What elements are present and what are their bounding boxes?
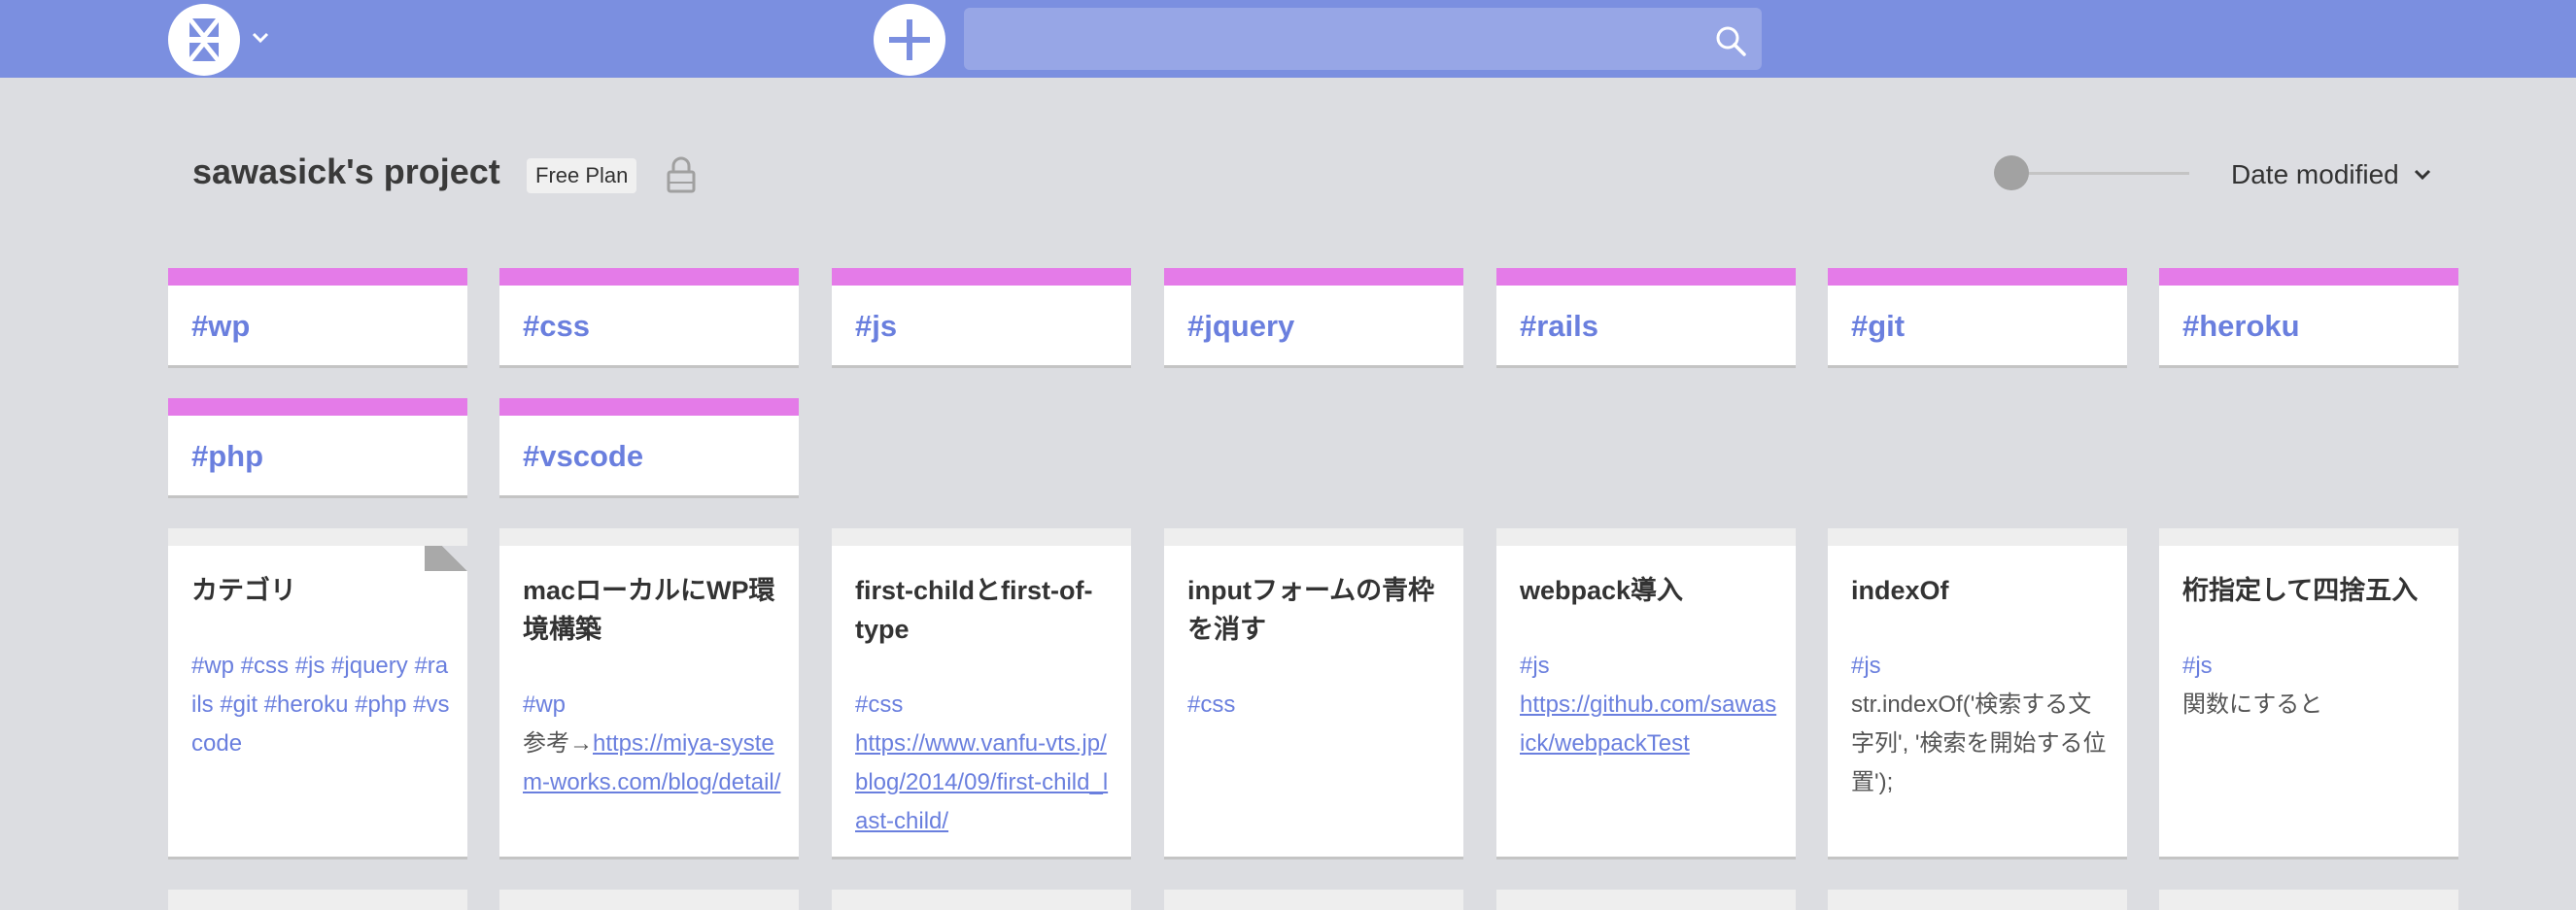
- search-icon[interactable]: [1713, 23, 1748, 58]
- page-card-stub[interactable]: [499, 890, 799, 910]
- tag-card-jquery[interactable]: #jquery: [1164, 268, 1463, 365]
- page-card-stub[interactable]: [1496, 890, 1796, 910]
- tag-label: #jquery: [1187, 309, 1295, 343]
- page-card[interactable]: 桁指定して四捨五入 #js 関数にすると: [2159, 528, 2458, 857]
- tag-label: #rails: [1520, 309, 1599, 343]
- search-input[interactable]: [964, 8, 1722, 70]
- page-title: indexOf: [1851, 576, 1949, 605]
- page-card-stub[interactable]: [168, 890, 467, 910]
- tag-card-php[interactable]: #php: [168, 398, 467, 495]
- chevron-down-icon[interactable]: [249, 25, 272, 49]
- page-body: #wp 参考→https://miya-system-works.com/blo…: [523, 686, 781, 802]
- size-slider-track[interactable]: [2011, 172, 2189, 175]
- page-card[interactable]: first-childとfirst-of-type #css https://w…: [832, 528, 1131, 857]
- tag-label: #vscode: [523, 439, 644, 473]
- sort-label: Date modified: [2231, 159, 2399, 189]
- page-card-stub[interactable]: [832, 890, 1131, 910]
- page-title: webpack導入: [1520, 576, 1684, 605]
- tag-link[interactable]: #wp: [523, 686, 781, 725]
- tag-link[interactable]: #js: [2182, 647, 2441, 686]
- page-link[interactable]: https://www.vanfu-vts.jp/blog/2014/09/fi…: [855, 730, 1108, 834]
- tag-link[interactable]: #js: [1520, 647, 1778, 686]
- page-title: カテゴリ: [191, 576, 296, 605]
- tag-card-heroku[interactable]: #heroku: [2159, 268, 2458, 365]
- page-card-stub[interactable]: [1164, 890, 1463, 910]
- page-body: #css https://www.vanfu-vts.jp/blog/2014/…: [855, 686, 1114, 841]
- tag-link[interactable]: #wp #css #js #jquery #rails #git #heroku…: [191, 653, 450, 757]
- sort-dropdown[interactable]: Date modified: [2231, 159, 2434, 190]
- tag-link[interactable]: #css: [1187, 686, 1446, 725]
- new-page-button[interactable]: [874, 4, 945, 76]
- tag-card-rails[interactable]: #rails: [1496, 268, 1796, 365]
- project-title[interactable]: sawasick's project: [192, 152, 500, 192]
- top-bar: [0, 0, 2576, 78]
- tag-label: #git: [1851, 309, 1906, 343]
- tag-card-git[interactable]: #git: [1828, 268, 2127, 365]
- page-body: #css: [1187, 686, 1446, 725]
- plus-icon: [889, 19, 930, 60]
- page-title: inputフォームの青枠を消す: [1187, 576, 1435, 644]
- page-title: macローカルにWP環境構築: [523, 576, 775, 644]
- page-title: 桁指定して四捨五入: [2182, 576, 2419, 605]
- logo-icon[interactable]: [168, 4, 240, 76]
- search-box: [964, 8, 1762, 70]
- page-card-stub[interactable]: [1828, 890, 2127, 910]
- tag-label: #php: [191, 439, 264, 473]
- plan-badge[interactable]: Free Plan: [527, 158, 637, 193]
- tag-link[interactable]: #js: [1851, 647, 2110, 686]
- page-body: #js https://github.com/sawasick/webpackT…: [1520, 647, 1778, 763]
- page-body: #js 関数にすると: [2182, 647, 2441, 725]
- tag-card-vscode[interactable]: #vscode: [499, 398, 799, 495]
- tag-card-wp[interactable]: #wp: [168, 268, 467, 365]
- tag-label: #js: [855, 309, 898, 343]
- page-card-stub[interactable]: [2159, 890, 2458, 910]
- tag-card-js[interactable]: #js: [832, 268, 1131, 365]
- tag-label: #wp: [191, 309, 251, 343]
- tag-label: #heroku: [2182, 309, 2300, 343]
- page-text: str.indexOf('検索する文字列', '検索を開始する位置');: [1851, 691, 2107, 795]
- page-title: first-childとfirst-of-type: [855, 576, 1093, 644]
- page-card[interactable]: macローカルにWP環境構築 #wp 参考→https://miya-syste…: [499, 528, 799, 857]
- lock-icon[interactable]: [664, 155, 699, 194]
- page-card[interactable]: indexOf #js str.indexOf('検索する文字列', '検索を開…: [1828, 528, 2127, 857]
- tag-card-css[interactable]: #css: [499, 268, 799, 365]
- pinned-corner-icon: [425, 546, 467, 571]
- page-link[interactable]: https://github.com/sawasick/webpackTest: [1520, 691, 1776, 757]
- tag-link[interactable]: #css: [855, 686, 1114, 725]
- chevron-down-icon: [2414, 169, 2430, 181]
- tag-label: #css: [523, 309, 590, 343]
- page-card[interactable]: webpack導入 #js https://github.com/sawasic…: [1496, 528, 1796, 857]
- size-slider-handle[interactable]: [1994, 155, 2029, 190]
- page-card[interactable]: inputフォームの青枠を消す #css: [1164, 528, 1463, 857]
- page-body: #js str.indexOf('検索する文字列', '検索を開始する位置');: [1851, 647, 2110, 802]
- page-card[interactable]: カテゴリ #wp #css #js #jquery #rails #git #h…: [168, 528, 467, 857]
- page-text: 参考→: [523, 730, 593, 757]
- page-tags: #wp #css #js #jquery #rails #git #heroku…: [191, 647, 450, 763]
- page-text: 関数にすると: [2182, 691, 2323, 718]
